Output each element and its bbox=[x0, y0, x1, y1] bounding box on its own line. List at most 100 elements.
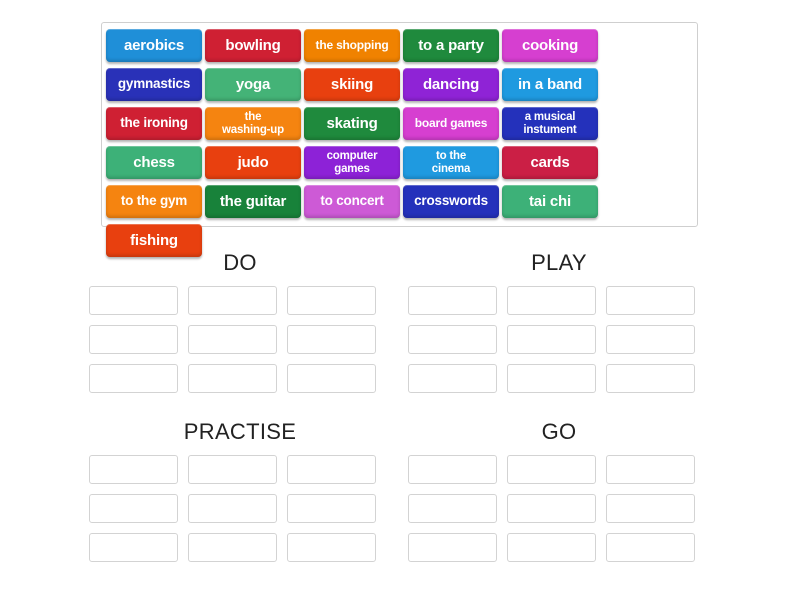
drop-slot-practise[interactable] bbox=[188, 494, 277, 523]
drop-slot-go[interactable] bbox=[507, 494, 596, 523]
category-title-practise: PRACTISE bbox=[183, 419, 297, 444]
drop-slot-practise[interactable] bbox=[287, 494, 376, 523]
word-tile-label: the shopping bbox=[315, 38, 389, 53]
drop-slot-play[interactable] bbox=[606, 325, 695, 354]
drop-slot-do[interactable] bbox=[188, 286, 277, 315]
slot-grid-go bbox=[406, 455, 712, 572]
word-tile-label: computer games bbox=[327, 150, 378, 176]
word-tile[interactable]: tai chi bbox=[502, 185, 598, 218]
word-tile-label: in a band bbox=[517, 75, 583, 93]
drop-slot-go[interactable] bbox=[408, 494, 497, 523]
word-tile-label: to the cinema bbox=[432, 149, 471, 176]
group-sort-activity: aerobics bowling the shopping to a party coo… bbox=[0, 0, 800, 600]
category-title-go: GO bbox=[541, 419, 577, 444]
drop-slot-go[interactable] bbox=[507, 455, 596, 484]
word-tile[interactable]: a musical instument bbox=[502, 107, 598, 140]
drop-slot-do[interactable] bbox=[89, 364, 178, 393]
drop-slot-practise[interactable] bbox=[89, 494, 178, 523]
word-tile-label: skiing bbox=[330, 75, 374, 93]
word-tile[interactable]: aerobics bbox=[106, 29, 202, 62]
drop-slot-go[interactable] bbox=[606, 533, 695, 562]
word-tile[interactable]: in a band bbox=[502, 68, 598, 101]
word-tile[interactable]: the washing-up bbox=[205, 107, 301, 140]
word-tile[interactable]: skating bbox=[304, 107, 400, 140]
word-tile[interactable]: skiing bbox=[304, 68, 400, 101]
word-tile-label: board games bbox=[414, 116, 488, 131]
word-tile[interactable]: yoga bbox=[205, 68, 301, 101]
word-tile-label: yoga bbox=[235, 75, 271, 93]
word-tile-label: fishing bbox=[130, 231, 178, 249]
drop-slot-play[interactable] bbox=[507, 325, 596, 354]
word-tile[interactable]: board games bbox=[403, 107, 499, 140]
category-practise: PRACTISE bbox=[87, 417, 393, 572]
word-tile[interactable]: cooking bbox=[502, 29, 598, 62]
drop-slot-practise[interactable] bbox=[287, 533, 376, 562]
word-tile-label: the washing-up bbox=[222, 111, 284, 137]
word-tile-label: the guitar bbox=[219, 192, 287, 210]
word-tile[interactable]: computer games bbox=[304, 146, 400, 179]
drop-slot-practise[interactable] bbox=[89, 455, 178, 484]
drop-slot-do[interactable] bbox=[89, 286, 178, 315]
drop-slot-play[interactable] bbox=[507, 364, 596, 393]
slot-grid-do bbox=[87, 286, 393, 403]
word-tile[interactable]: judo bbox=[205, 146, 301, 179]
word-tile-label: skating bbox=[326, 114, 378, 132]
drop-slot-do[interactable] bbox=[287, 364, 376, 393]
word-tile-line: to the bbox=[435, 149, 467, 162]
word-tile-label: crosswords bbox=[414, 193, 488, 209]
word-tile-label: to concert bbox=[320, 193, 384, 209]
drop-slot-do[interactable] bbox=[188, 364, 277, 393]
word-tile[interactable]: crosswords bbox=[403, 185, 499, 218]
slot-grid-play bbox=[406, 286, 712, 403]
word-tile-label: dancing bbox=[422, 75, 480, 93]
drop-slot-practise[interactable] bbox=[188, 455, 277, 484]
drop-slot-play[interactable] bbox=[507, 286, 596, 315]
word-tile[interactable]: the guitar bbox=[205, 185, 301, 218]
word-tile-label: chess bbox=[133, 153, 175, 171]
drop-slot-go[interactable] bbox=[408, 533, 497, 562]
category-do: DO bbox=[87, 248, 393, 403]
word-tile[interactable]: to the gym bbox=[106, 185, 202, 218]
word-tile[interactable]: dancing bbox=[403, 68, 499, 101]
word-tile[interactable]: gymnastics bbox=[106, 68, 202, 101]
word-tile[interactable]: bowling bbox=[205, 29, 301, 62]
category-title-play: PLAY bbox=[531, 250, 587, 275]
word-tile[interactable]: to concert bbox=[304, 185, 400, 218]
drop-slot-play[interactable] bbox=[408, 286, 497, 315]
drop-slot-play[interactable] bbox=[606, 364, 695, 393]
drop-slot-do[interactable] bbox=[287, 286, 376, 315]
drop-slot-play[interactable] bbox=[606, 286, 695, 315]
drop-slot-go[interactable] bbox=[408, 455, 497, 484]
drop-slot-do[interactable] bbox=[287, 325, 376, 354]
drop-slot-play[interactable] bbox=[408, 364, 497, 393]
word-tile-line: games bbox=[334, 162, 370, 175]
drop-slot-go[interactable] bbox=[507, 533, 596, 562]
word-tile-label: to a party bbox=[418, 36, 484, 54]
word-tile[interactable]: the ironing bbox=[106, 107, 202, 140]
word-tile[interactable]: cards bbox=[502, 146, 598, 179]
drop-slot-go[interactable] bbox=[606, 455, 695, 484]
word-tile[interactable]: to a party bbox=[403, 29, 499, 62]
word-tile-label: a musical instument bbox=[523, 111, 576, 137]
drop-slot-do[interactable] bbox=[89, 325, 178, 354]
word-tile[interactable]: chess bbox=[106, 146, 202, 179]
word-tile[interactable]: the shopping bbox=[304, 29, 400, 62]
word-tile[interactable]: to the cinema bbox=[403, 146, 499, 179]
drop-slot-go[interactable] bbox=[606, 494, 695, 523]
word-tile-line: a musical bbox=[524, 110, 576, 123]
drop-slot-practise[interactable] bbox=[287, 455, 376, 484]
drop-slot-play[interactable] bbox=[408, 325, 497, 354]
word-bank-container: aerobics bowling the shopping to a party coo… bbox=[101, 22, 698, 257]
drop-slot-practise[interactable] bbox=[188, 533, 277, 562]
word-tile-label: judo bbox=[237, 153, 269, 171]
slot-grid-practise bbox=[87, 455, 393, 572]
word-tile-label: the ironing bbox=[120, 115, 188, 131]
word-tile-label: to the gym bbox=[120, 193, 188, 209]
category-play: PLAY bbox=[406, 248, 712, 403]
word-tile-label: aerobics bbox=[123, 36, 185, 54]
word-tile-label: tai chi bbox=[529, 192, 571, 210]
word-tile-label: gymnastics bbox=[117, 76, 191, 92]
drop-slot-do[interactable] bbox=[188, 325, 277, 354]
word-tile-line: instument bbox=[523, 123, 577, 136]
drop-slot-practise[interactable] bbox=[89, 533, 178, 562]
